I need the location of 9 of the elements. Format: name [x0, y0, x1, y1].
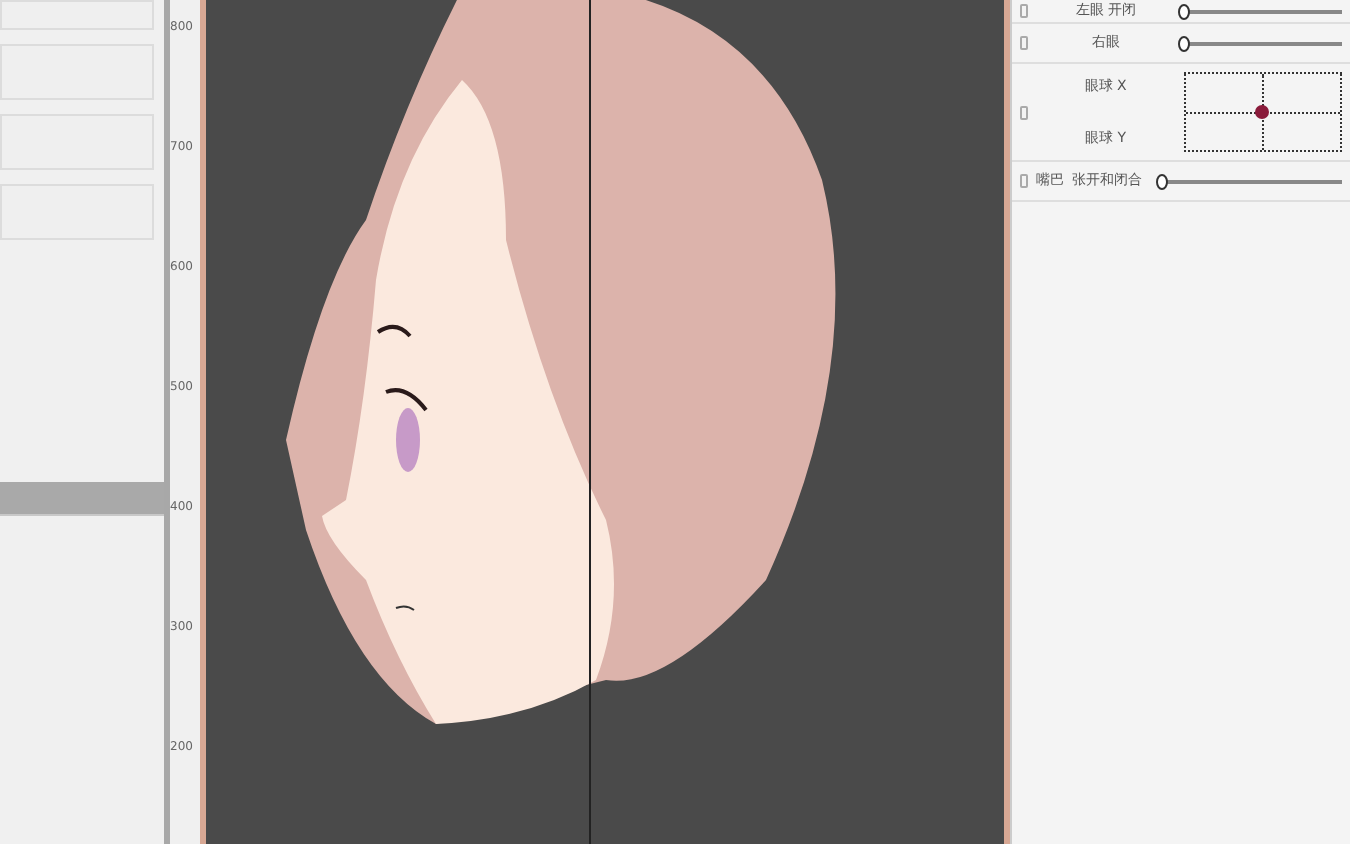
keyframe-icon[interactable] [1020, 36, 1028, 50]
slider-thumb[interactable] [1178, 3, 1190, 19]
pad-handle[interactable] [1255, 105, 1270, 119]
keyframe-icon[interactable] [1020, 105, 1028, 119]
keyframe-icon[interactable] [1020, 4, 1028, 18]
slider-thumb[interactable] [1156, 173, 1168, 189]
xy-pad[interactable] [1183, 72, 1342, 152]
slider-thumb[interactable] [1178, 35, 1190, 51]
keyframe-icon[interactable] [1020, 174, 1028, 188]
